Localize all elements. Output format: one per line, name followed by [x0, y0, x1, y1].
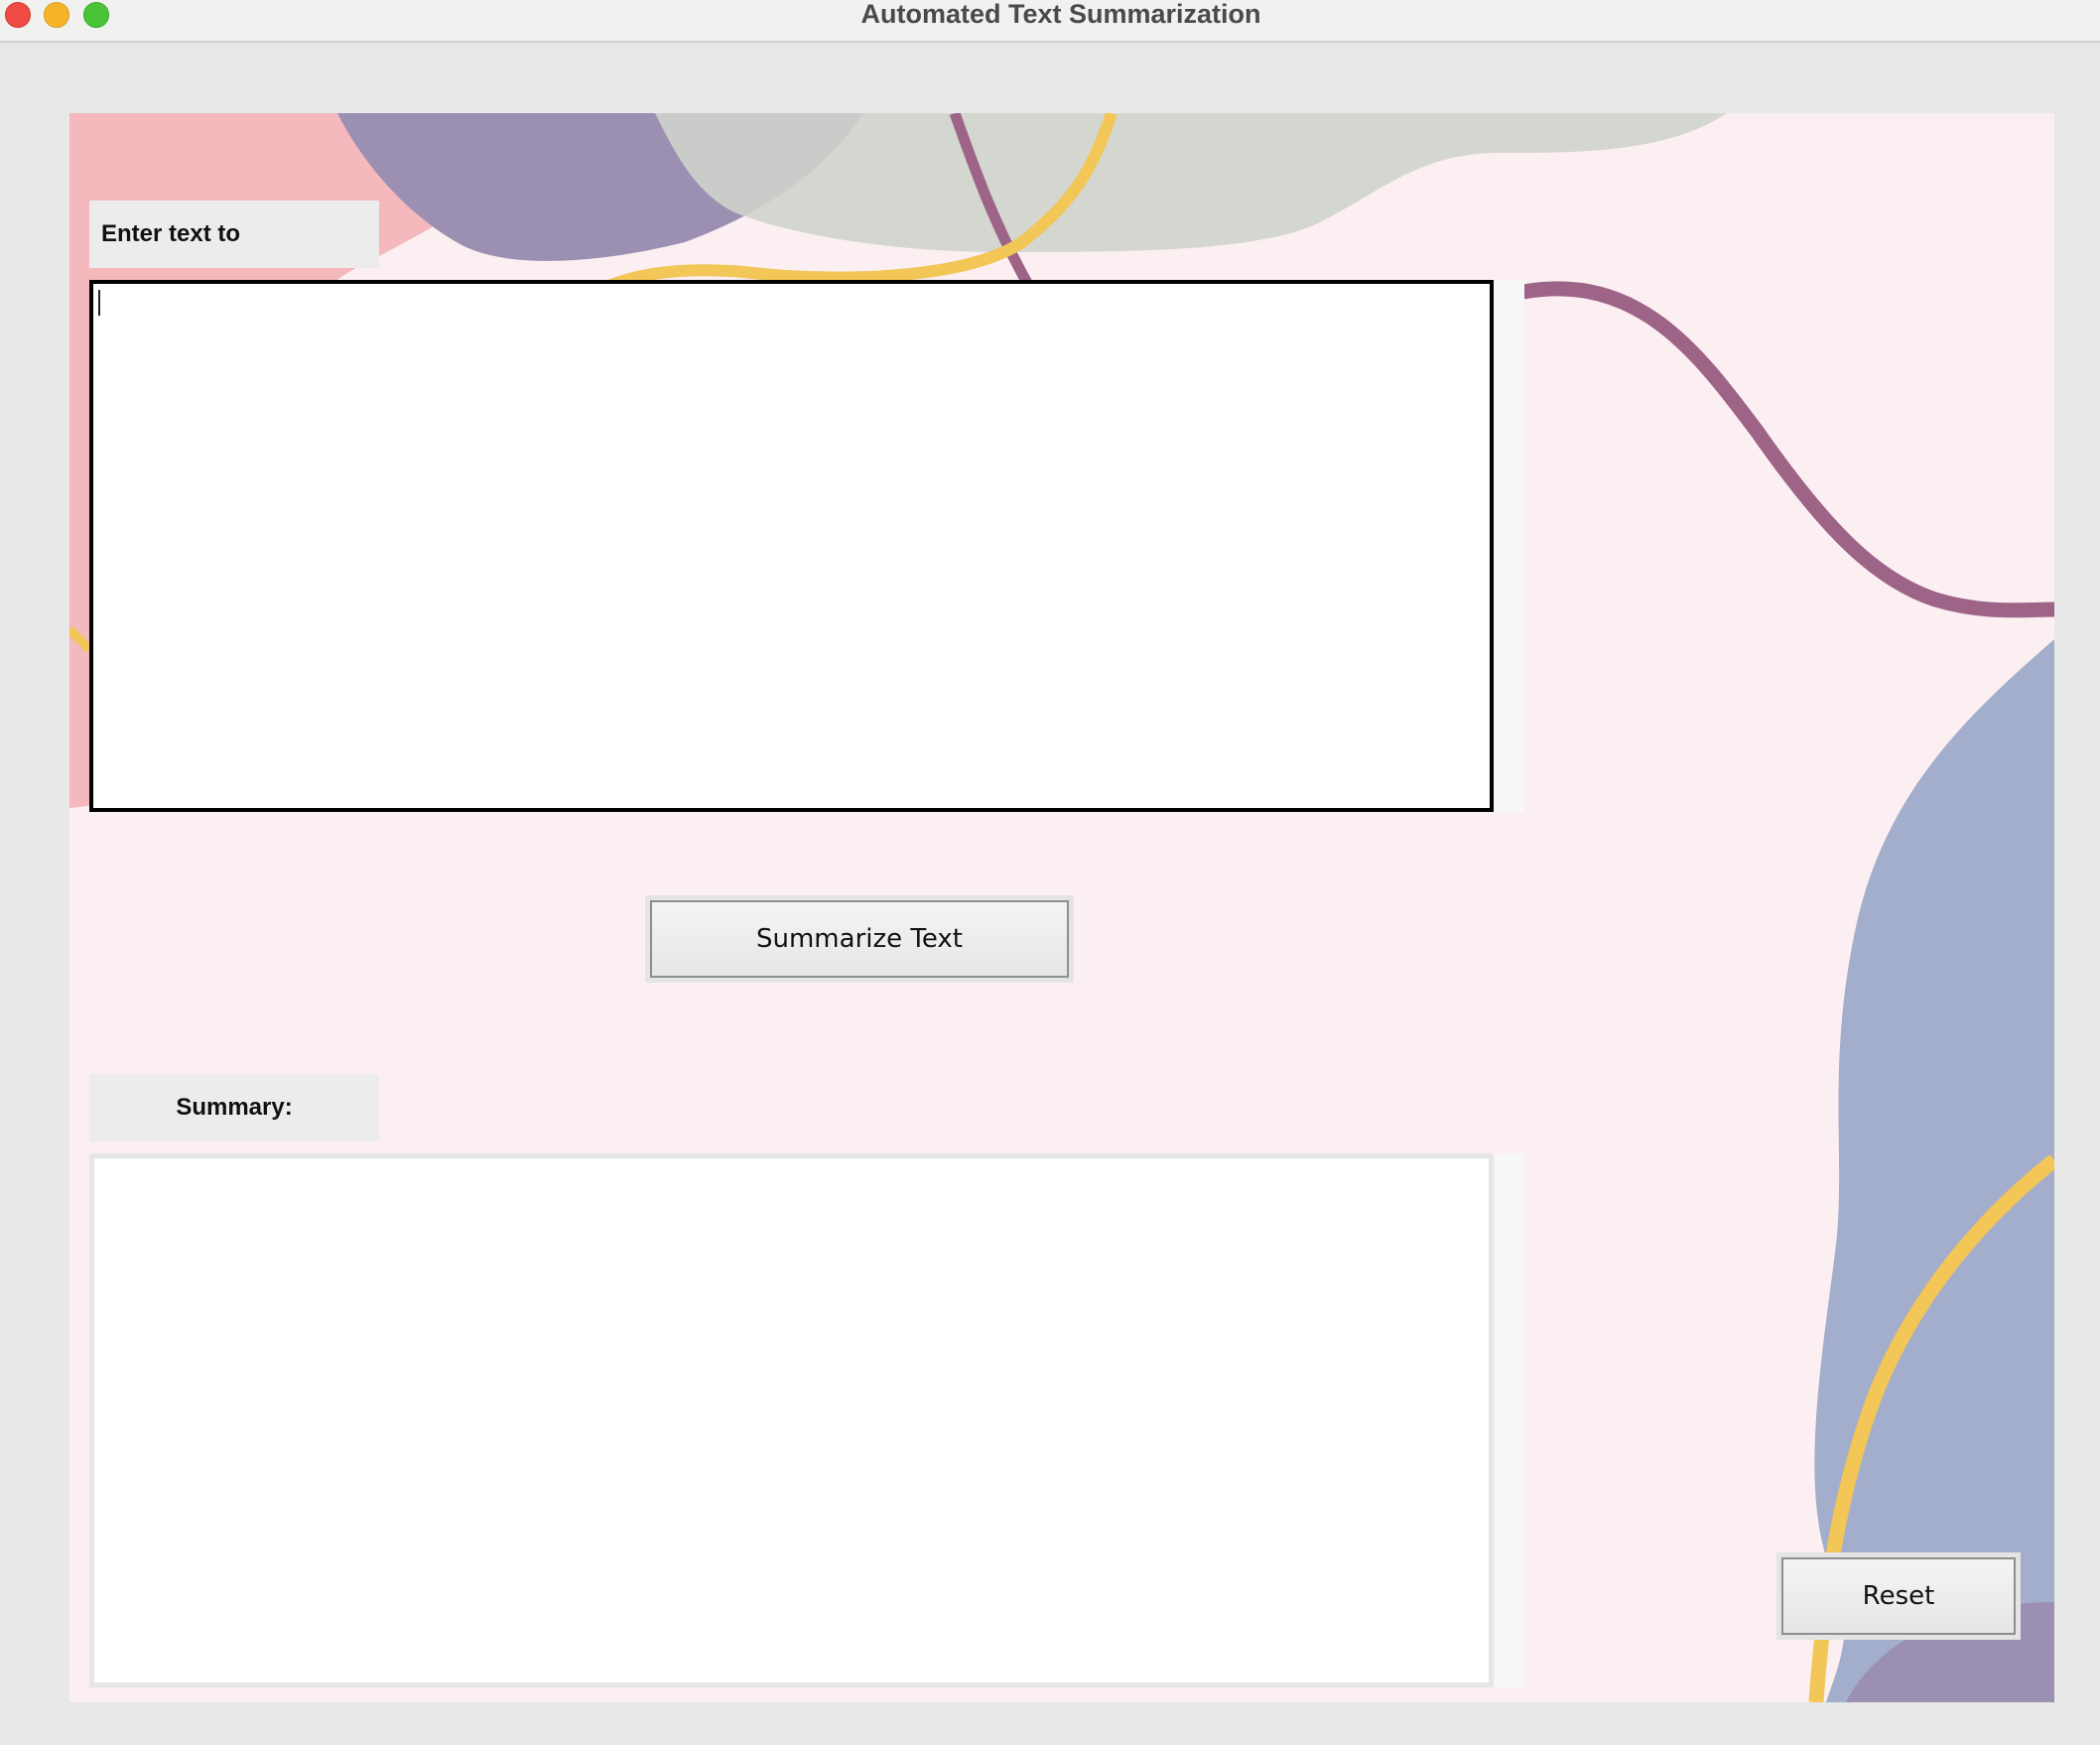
- summary-scrollbar[interactable]: [1495, 1153, 1524, 1687]
- summary-output-area[interactable]: [89, 1153, 1494, 1687]
- input-label: Enter text to summarize:: [89, 201, 379, 315]
- app-window: Automated Text Summarization Enter text …: [0, 0, 2100, 1745]
- mauve-line-right: [1521, 281, 2054, 618]
- input-text-area[interactable]: [89, 280, 1494, 812]
- summarize-button[interactable]: Summarize Text: [650, 900, 1069, 978]
- input-scrollbar[interactable]: [1495, 280, 1524, 812]
- window-title: Automated Text Summarization: [860, 0, 1261, 29]
- blue-blob-shape: [1814, 639, 2054, 1702]
- reset-button[interactable]: Reset: [1781, 1557, 2016, 1635]
- gray-blob-shape: [655, 113, 1727, 252]
- main-panel: Enter text to summarize: Summarize Text …: [69, 113, 2054, 1702]
- summary-label: Summary:: [89, 1074, 379, 1141]
- reset-button-frame: Reset: [1776, 1552, 2021, 1640]
- summarize-button-frame: Summarize Text: [645, 895, 1074, 983]
- text-cursor: [98, 290, 100, 316]
- title-bar: Automated Text Summarization: [0, 0, 2100, 43]
